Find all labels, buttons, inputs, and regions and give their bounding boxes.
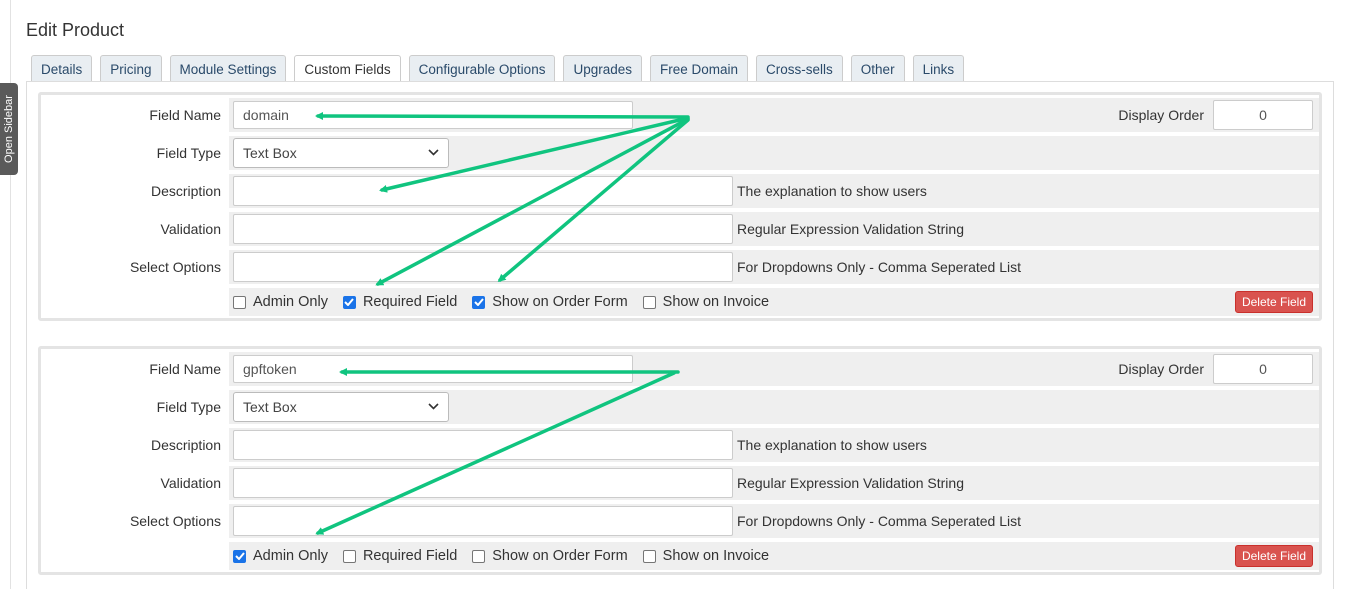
tab-other[interactable]: Other (850, 55, 905, 82)
description-input[interactable] (233, 430, 733, 460)
tab-pricing[interactable]: Pricing (100, 55, 162, 82)
chevron-down-icon (428, 401, 439, 413)
validation-hint: Regular Expression Validation String (737, 221, 964, 237)
delete-field-button[interactable]: Delete Field (1234, 545, 1313, 567)
admin-only-checkbox[interactable]: Admin Only (233, 548, 328, 564)
field-type-select[interactable]: Text Box (233, 392, 449, 422)
tab-free-domain[interactable]: Free Domain (650, 55, 749, 82)
display-order-input[interactable]: 0 (1213, 354, 1313, 384)
validation-hint: Regular Expression Validation String (737, 475, 964, 491)
description-hint: The explanation to show users (737, 437, 927, 453)
display-order-label: Display Order (1118, 107, 1204, 123)
description-row: Description The explanation to show user… (41, 174, 1319, 210)
required-field-checkbox[interactable]: Required Field (342, 294, 457, 310)
description-hint: The explanation to show users (737, 183, 927, 199)
show-on-order-form-checkbox[interactable]: Show on Order Form (472, 294, 628, 310)
checkbox-icon (642, 295, 656, 309)
field-name-input[interactable]: domain (233, 101, 633, 129)
field-type-value: Text Box (243, 399, 297, 415)
page-title: Edit Product (26, 20, 125, 40)
options-row: Admin Only Required Field Show on Order … (41, 288, 1319, 318)
field-name-row: Field Name domain Display Order 0 (41, 98, 1319, 134)
select-options-label: Select Options (41, 250, 229, 284)
show-on-invoice-checkbox[interactable]: Show on Invoice (642, 294, 769, 310)
product-tabs: Details Pricing Module Settings Custom F… (31, 55, 972, 83)
description-label: Description (41, 428, 229, 462)
delete-field-button[interactable]: Delete Field (1234, 291, 1313, 313)
select-options-label: Select Options (41, 504, 229, 538)
checkbox-icon (472, 295, 486, 309)
validation-row: Validation Regular Expression Validation… (41, 212, 1319, 248)
field-type-label: Field Type (41, 136, 229, 170)
required-field-checkbox[interactable]: Required Field (342, 548, 457, 564)
tab-upgrades[interactable]: Upgrades (563, 55, 642, 82)
description-input[interactable] (233, 176, 733, 206)
checkbox-icon (342, 295, 356, 309)
select-options-hint: For Dropdowns Only - Comma Seperated Lis… (737, 259, 1021, 275)
custom-field-block: Field Name gpftoken Display Order 0 Fiel… (38, 346, 1322, 575)
validation-label: Validation (41, 212, 229, 246)
field-name-row: Field Name gpftoken Display Order 0 (41, 352, 1319, 388)
tab-custom-fields[interactable]: Custom Fields (294, 55, 401, 83)
validation-row: Validation Regular Expression Validation… (41, 466, 1319, 502)
tab-configurable-options[interactable]: Configurable Options (408, 55, 556, 82)
display-order-input[interactable]: 0 (1213, 100, 1313, 130)
select-options-input[interactable] (233, 506, 733, 536)
field-type-row: Field Type Text Box (41, 390, 1319, 426)
field-type-value: Text Box (243, 145, 297, 161)
select-options-row: Select Options For Dropdowns Only - Comm… (41, 504, 1319, 540)
validation-input[interactable] (233, 214, 733, 244)
tab-links[interactable]: Links (912, 55, 965, 82)
select-options-row: Select Options For Dropdowns Only - Comm… (41, 250, 1319, 286)
validation-input[interactable] (233, 468, 733, 498)
tab-details[interactable]: Details (31, 55, 93, 82)
options-row: Admin Only Required Field Show on Order … (41, 542, 1319, 572)
field-type-label: Field Type (41, 390, 229, 424)
field-type-row: Field Type Text Box (41, 136, 1319, 172)
select-options-hint: For Dropdowns Only - Comma Seperated Lis… (737, 513, 1021, 529)
custom-field-block: Field Name domain Display Order 0 Field … (38, 92, 1322, 321)
display-order-label: Display Order (1118, 361, 1204, 377)
tab-module-settings[interactable]: Module Settings (169, 55, 287, 82)
show-on-order-form-checkbox[interactable]: Show on Order Form (472, 548, 628, 564)
checkbox-icon (342, 549, 356, 563)
checkbox-icon (472, 549, 486, 563)
field-name-label: Field Name (41, 98, 229, 132)
field-name-label: Field Name (41, 352, 229, 386)
open-sidebar-toggle[interactable]: Open Sidebar (0, 83, 18, 175)
chevron-down-icon (428, 147, 439, 159)
checkbox-icon (233, 549, 246, 563)
field-name-input[interactable]: gpftoken (233, 355, 633, 383)
checkbox-icon (642, 549, 656, 563)
field-type-select[interactable]: Text Box (233, 138, 449, 168)
show-on-invoice-checkbox[interactable]: Show on Invoice (642, 548, 769, 564)
tab-cross-sells[interactable]: Cross-sells (756, 55, 843, 82)
admin-only-checkbox[interactable]: Admin Only (233, 294, 328, 310)
description-row: Description The explanation to show user… (41, 428, 1319, 464)
validation-label: Validation (41, 466, 229, 500)
select-options-input[interactable] (233, 252, 733, 282)
description-label: Description (41, 174, 229, 208)
checkbox-icon (233, 295, 246, 309)
